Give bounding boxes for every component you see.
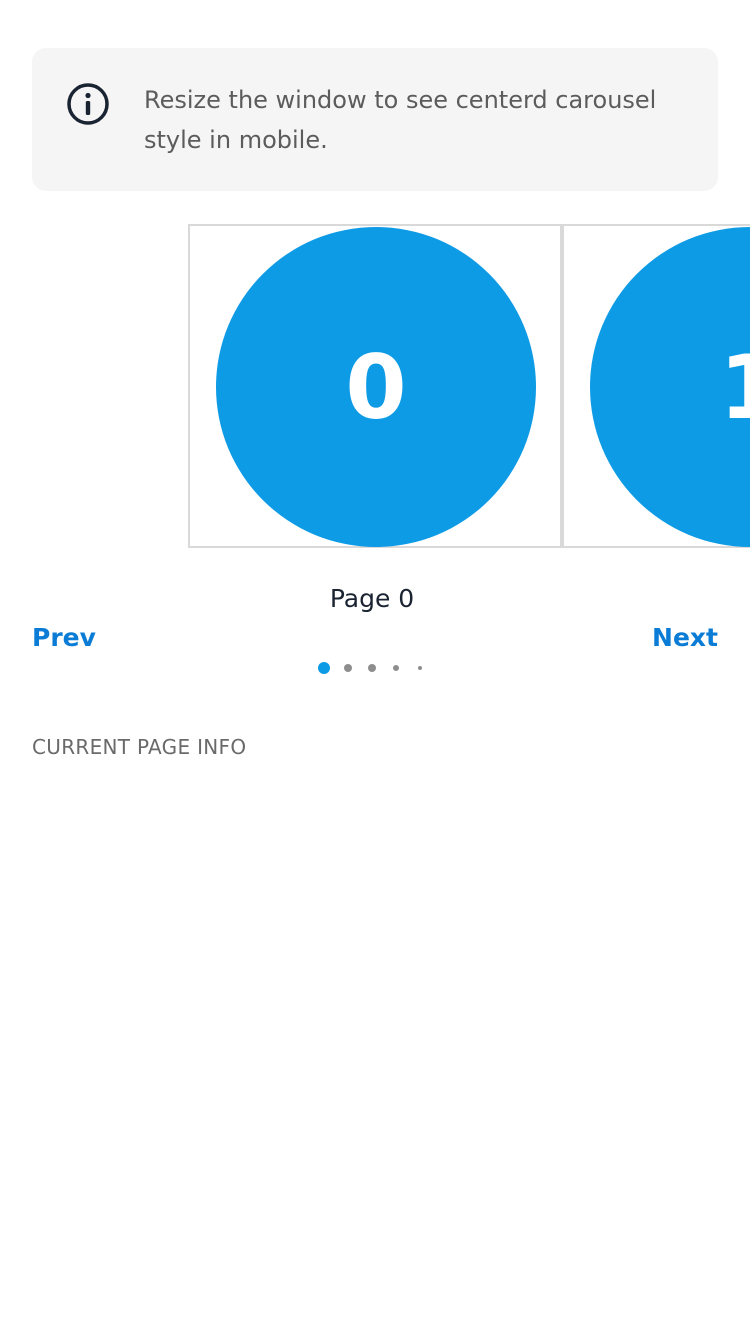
pagination-dots [0,660,750,676]
slide-circle-1: 1 [590,227,750,547]
pagination-dot-3[interactable] [393,665,399,671]
current-page-info-heading: CURRENT PAGE INFO [32,735,247,759]
prev-button[interactable]: Prev [32,623,96,652]
slide-circle-0: 0 [216,227,536,547]
carousel-slide-1[interactable]: 1 [562,224,750,548]
current-page-label: Page 0 [329,584,415,613]
next-button[interactable]: Next [652,623,718,652]
info-banner: Resize the window to see centerd carouse… [32,48,718,191]
pagination-dot-0[interactable] [318,662,330,674]
info-banner-text: Resize the window to see centerd carouse… [144,86,657,154]
carousel-slide-0[interactable]: 0 [188,224,562,548]
info-circle-icon [67,83,109,125]
carousel[interactable]: 0 1 [0,224,750,548]
pagination-dot-4[interactable] [418,666,422,670]
page: Resize the window to see centerd carouse… [0,0,750,1334]
pagination-dot-1[interactable] [344,664,352,672]
pagination-dot-2[interactable] [368,664,376,672]
